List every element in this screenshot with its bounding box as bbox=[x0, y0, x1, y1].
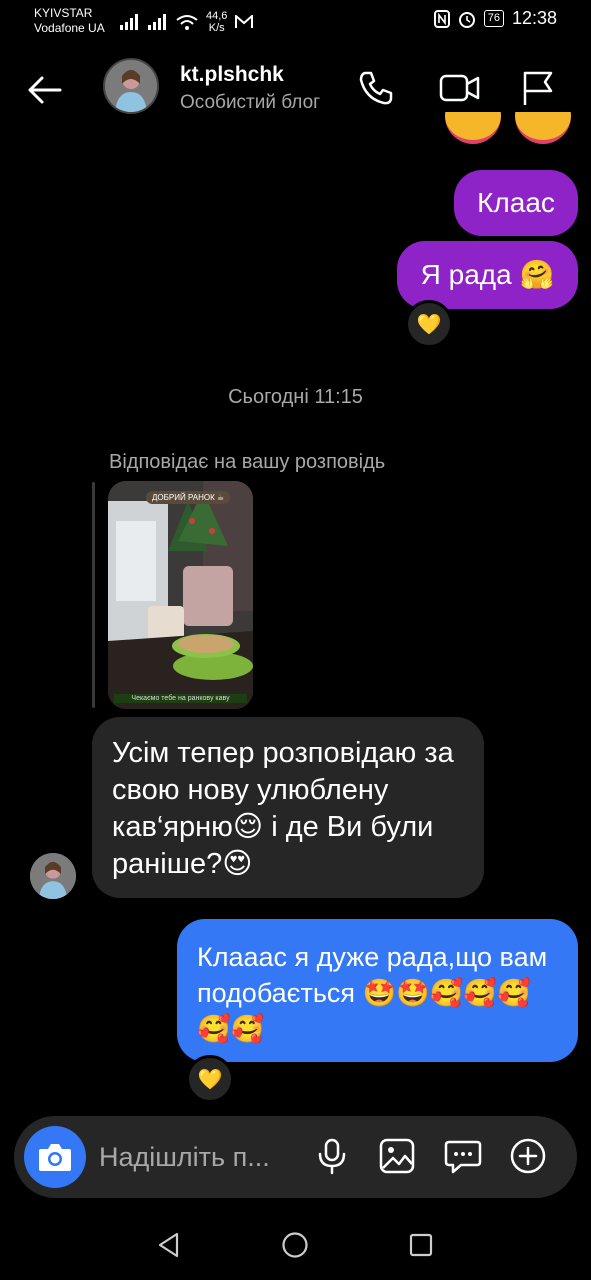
wifi-icon bbox=[176, 15, 198, 30]
sender-avatar[interactable] bbox=[30, 853, 76, 899]
story-thumbnail[interactable]: ДОБРИЙ РАНОК ☕ Чекаємо тебе на ранкову к… bbox=[108, 481, 253, 709]
username[interactable]: kt.plshchk bbox=[180, 63, 284, 87]
sticker-button[interactable] bbox=[443, 1136, 483, 1176]
carrier-2: Vodafone UA bbox=[34, 21, 105, 35]
incoming-message[interactable]: Усім тепер розповідаю за свою нову улюбл… bbox=[92, 717, 484, 898]
story-badge: ДОБРИЙ РАНОК ☕ bbox=[146, 491, 231, 504]
alarm-icon bbox=[458, 11, 475, 28]
avatar-image bbox=[105, 60, 157, 112]
outgoing-message[interactable]: Клааас я дуже рада,що вам подобається 🤩🤩… bbox=[177, 919, 578, 1062]
story-image bbox=[108, 481, 253, 709]
system-navbar bbox=[0, 1205, 591, 1280]
reply-note: Відповідає на вашу розповідь bbox=[109, 451, 386, 473]
message-input[interactable]: Надішліть п... bbox=[99, 1142, 304, 1173]
phone-icon bbox=[359, 71, 393, 105]
microphone-icon bbox=[318, 1138, 346, 1175]
camera-icon bbox=[39, 1144, 71, 1171]
outgoing-message[interactable]: Я рада 🤗 bbox=[397, 241, 578, 309]
signal-icon bbox=[120, 14, 138, 30]
profile-subtitle: Особистий блог bbox=[180, 92, 321, 113]
reply-line bbox=[92, 482, 95, 708]
avatar[interactable] bbox=[103, 58, 159, 114]
call-button[interactable] bbox=[356, 68, 396, 108]
message-reaction[interactable]: 💛 bbox=[405, 300, 453, 348]
nav-home-button[interactable] bbox=[281, 1231, 309, 1259]
cut-off-emoji-1 bbox=[445, 112, 501, 146]
status-right: 76 12:38 bbox=[433, 8, 557, 29]
back-button[interactable] bbox=[24, 70, 64, 110]
voice-message-button[interactable] bbox=[312, 1136, 352, 1176]
plus-icon bbox=[510, 1138, 546, 1174]
more-options-button[interactable] bbox=[508, 1136, 548, 1176]
nav-recents-button[interactable] bbox=[407, 1231, 435, 1259]
carrier-info: KYIVSTAR Vodafone UA bbox=[34, 6, 105, 36]
signal-icon-2 bbox=[148, 14, 166, 30]
carrier-1: KYIVSTAR bbox=[34, 6, 93, 20]
cut-off-emoji-2 bbox=[515, 112, 571, 146]
avatar-image bbox=[30, 853, 76, 899]
chat-header: kt.plshchk Особистий блог bbox=[0, 50, 591, 130]
outgoing-message[interactable]: Клаас bbox=[454, 170, 578, 236]
nav-home-icon bbox=[282, 1232, 308, 1258]
sticker-icon bbox=[444, 1140, 482, 1174]
message-composer: Надішліть п... bbox=[14, 1116, 577, 1198]
camera-button[interactable] bbox=[24, 1126, 86, 1188]
report-button[interactable] bbox=[518, 68, 558, 108]
clock: 12:38 bbox=[511, 8, 557, 28]
battery-indicator: 76 bbox=[483, 10, 504, 27]
time-separator: Сьогодні 11:15 bbox=[228, 386, 363, 408]
net-speed: 44,6 K/s bbox=[206, 10, 228, 34]
status-icons: 44,6 K/s bbox=[120, 10, 254, 34]
nfc-icon bbox=[433, 9, 450, 28]
nav-back-button[interactable] bbox=[155, 1231, 183, 1259]
flag-icon bbox=[523, 71, 553, 105]
message-reaction[interactable]: 💛 bbox=[186, 1055, 234, 1103]
gmail-icon bbox=[235, 15, 254, 28]
nav-back-icon bbox=[158, 1232, 179, 1258]
video-call-icon bbox=[439, 74, 480, 102]
nav-recents-icon bbox=[409, 1233, 433, 1257]
back-arrow-icon bbox=[28, 76, 62, 104]
gallery-icon bbox=[379, 1138, 415, 1174]
story-caption: Чекаємо тебе на ранкову каву bbox=[114, 694, 247, 703]
video-call-button[interactable] bbox=[438, 68, 480, 108]
gallery-button[interactable] bbox=[377, 1136, 417, 1176]
